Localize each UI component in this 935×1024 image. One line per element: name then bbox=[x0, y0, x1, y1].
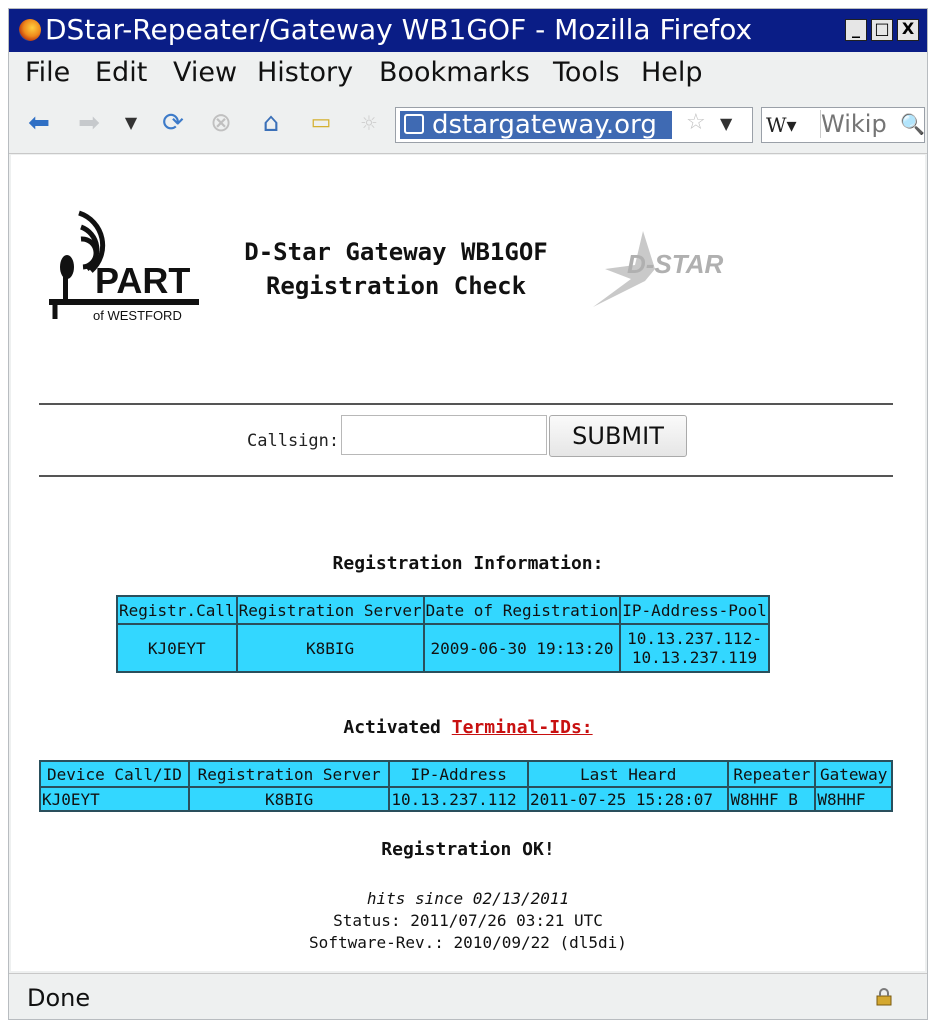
page-title: D-Star Gateway WB1GOF Registration Check bbox=[211, 235, 581, 303]
menu-history[interactable]: History bbox=[257, 57, 353, 88]
cell-gateway: W8HHF bbox=[814, 786, 893, 812]
cell-terminal-server: K8BIG bbox=[187, 786, 391, 812]
logo-sub-text: of WESTFORD bbox=[93, 308, 182, 323]
col-ip-address-pool: IP-Address-Pool bbox=[619, 595, 770, 625]
search-box[interactable]: W▾ 🔍 bbox=[761, 107, 925, 143]
terminal-heading-prefix: Activated bbox=[343, 717, 452, 738]
home-icon[interactable]: ⌂ bbox=[257, 109, 285, 137]
col-device-call: Device Call/ID bbox=[39, 760, 190, 788]
page-content: PART of WESTFORD D-Star Gateway WB1GOF R… bbox=[11, 155, 925, 971]
cell-registr-call: KJ0EYT bbox=[116, 623, 238, 673]
table-row: KJ0EYT K8BIG 2009-06-30 19:13:20 10.13.2… bbox=[116, 623, 770, 673]
col-ip-address: IP-Address bbox=[388, 760, 529, 788]
cell-last-heard: 2011-07-25 15:28:07 bbox=[526, 786, 730, 812]
firefox-icon bbox=[19, 19, 41, 41]
registration-header-row: Registr.Call Registration Server Date of… bbox=[116, 595, 770, 625]
page-title-line2: Registration Check bbox=[265, 272, 527, 300]
registration-heading: Registration Information: bbox=[332, 553, 604, 574]
menu-bookmarks[interactable]: Bookmarks bbox=[379, 57, 530, 88]
minimize-button[interactable]: _ bbox=[845, 19, 867, 41]
terminal-ids-link[interactable]: Terminal-IDs: bbox=[452, 717, 593, 738]
hits-counter: hits since 02/13/2011 bbox=[366, 889, 570, 908]
navigation-toolbar: ⬅ ➡ ▼ ⟳ ⊗ ⌂ ▭ ☼ dstargateway.org ☆ ▼ W▾ … bbox=[9, 95, 927, 154]
cell-device-call: KJ0EYT bbox=[39, 786, 190, 812]
ip-pool-end: 10.13.237.119 bbox=[631, 648, 758, 667]
col-last-heard: Last Heard bbox=[526, 760, 730, 788]
cell-repeater: W8HHF B bbox=[727, 786, 817, 812]
close-button[interactable]: X bbox=[897, 19, 919, 41]
registration-table: Registr.Call Registration Server Date of… bbox=[116, 595, 770, 673]
cell-ip-address-pool: 10.13.237.112- 10.13.237.119 bbox=[619, 623, 770, 673]
maximize-button[interactable]: □ bbox=[871, 19, 893, 41]
page-title-line1: D-Star Gateway WB1GOF bbox=[244, 238, 548, 266]
new-tab-icon[interactable]: ▭ bbox=[307, 109, 335, 137]
logo-brand-text: PART bbox=[95, 260, 190, 301]
url-text[interactable]: dstargateway.org bbox=[400, 111, 672, 139]
dstar-logo: D-STAR bbox=[593, 231, 724, 307]
col-repeater: Repeater bbox=[727, 760, 817, 788]
part-of-westford-logo: PART of WESTFORD bbox=[49, 210, 199, 323]
status-line: Status: 2011/07/26 03:21 UTC bbox=[333, 911, 603, 930]
search-engine-selector[interactable]: W▾ bbox=[766, 113, 797, 137]
forward-icon[interactable]: ➡ bbox=[75, 109, 103, 137]
reload-icon[interactable]: ⟳ bbox=[159, 109, 187, 137]
cell-date-of-registration: 2009-06-30 19:13:20 bbox=[422, 623, 622, 673]
menu-file[interactable]: File bbox=[25, 57, 70, 88]
registration-result: Registration OK! bbox=[381, 839, 555, 860]
col-terminal-server: Registration Server bbox=[187, 760, 391, 788]
divider-top bbox=[39, 403, 893, 405]
col-registr-call: Registr.Call bbox=[116, 595, 238, 625]
back-icon[interactable]: ⬅ bbox=[25, 109, 53, 137]
divider-bottom bbox=[39, 475, 893, 477]
terminal-header-row: Device Call/ID Registration Server IP-Ad… bbox=[39, 760, 893, 788]
search-input[interactable] bbox=[820, 110, 899, 138]
throbber-icon: ☼ bbox=[360, 111, 378, 135]
ip-pool-start: 10.13.237.112- bbox=[627, 629, 762, 648]
table-row: KJ0EYT K8BIG 10.13.237.112 2011-07-25 15… bbox=[39, 786, 893, 812]
window-title: DStar-Repeater/Gateway WB1GOF - Mozilla … bbox=[45, 13, 753, 46]
browser-window: DStar-Repeater/Gateway WB1GOF - Mozilla … bbox=[8, 8, 928, 1020]
url-dropdown-icon[interactable]: ▼ bbox=[720, 114, 732, 133]
menu-bar: File Edit View History Bookmarks Tools H… bbox=[9, 53, 927, 93]
col-registration-server: Registration Server bbox=[235, 595, 425, 625]
menu-view[interactable]: View bbox=[173, 57, 237, 88]
status-text: Done bbox=[27, 984, 91, 1012]
url-bar[interactable]: dstargateway.org ☆ ▼ bbox=[395, 107, 753, 143]
search-magnifier-icon[interactable]: 🔍 bbox=[900, 112, 925, 136]
software-rev: Software-Rev.: 2010/09/22 (dl5di) bbox=[309, 933, 627, 952]
submit-button[interactable]: SUBMIT bbox=[549, 415, 687, 457]
menu-help[interactable]: Help bbox=[641, 57, 703, 88]
callsign-label: Callsign: bbox=[247, 431, 340, 451]
terminal-table: Device Call/ID Registration Server IP-Ad… bbox=[39, 760, 893, 812]
lock-icon[interactable] bbox=[875, 988, 893, 1006]
callsign-input[interactable] bbox=[341, 415, 547, 455]
dstar-logo-text: D-STAR bbox=[627, 249, 724, 279]
terminal-heading: Activated Terminal-IDs: bbox=[11, 717, 925, 738]
col-date-of-registration: Date of Registration bbox=[422, 595, 622, 625]
cell-ip-address: 10.13.237.112 bbox=[388, 786, 529, 812]
cell-registration-server: K8BIG bbox=[235, 623, 425, 673]
site-identity-icon[interactable] bbox=[404, 114, 424, 134]
col-gateway: Gateway bbox=[814, 760, 893, 788]
bookmark-star-icon[interactable]: ☆ bbox=[686, 110, 706, 135]
menu-edit[interactable]: Edit bbox=[95, 57, 147, 88]
status-bar: Done bbox=[9, 973, 927, 1020]
history-dropdown-icon[interactable]: ▼ bbox=[117, 109, 145, 137]
title-bar: DStar-Repeater/Gateway WB1GOF - Mozilla … bbox=[9, 9, 927, 52]
menu-tools[interactable]: Tools bbox=[553, 57, 620, 88]
stop-icon[interactable]: ⊗ bbox=[207, 109, 235, 137]
